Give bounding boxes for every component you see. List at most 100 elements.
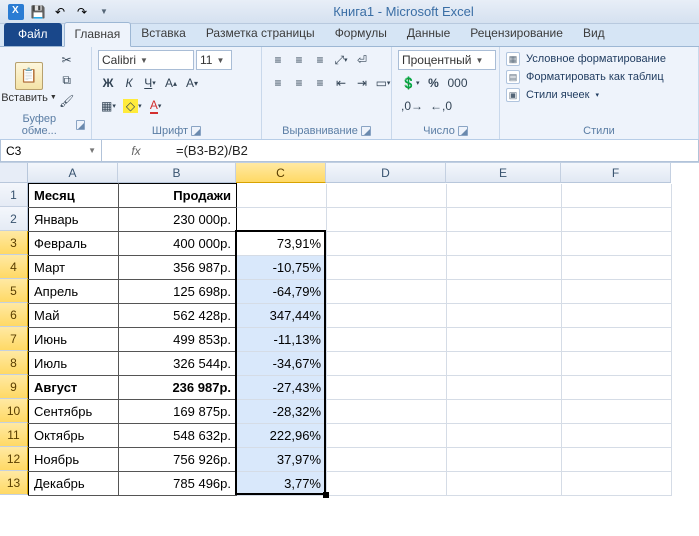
number-format-combo[interactable]: Процентный▼ xyxy=(398,50,496,70)
cell-B6[interactable]: 562 428р. xyxy=(119,304,237,328)
row-header-1[interactable]: 1 xyxy=(0,183,28,207)
row-header-4[interactable]: 4 xyxy=(0,255,28,279)
row-header-5[interactable]: 5 xyxy=(0,279,28,303)
cell-B7[interactable]: 499 853р. xyxy=(119,328,237,352)
increase-decimal-icon[interactable]: ,0→ xyxy=(398,96,426,116)
format-as-table-button[interactable]: ▤Форматировать как таблиц xyxy=(506,70,692,84)
cell-C10[interactable]: -28,32% xyxy=(237,400,327,424)
qat-customize-icon[interactable]: ▼ xyxy=(94,2,114,22)
row-header-8[interactable]: 8 xyxy=(0,351,28,375)
row-header-13[interactable]: 13 xyxy=(0,471,28,495)
cell-D13[interactable] xyxy=(327,472,447,496)
cell-C4[interactable]: -10,75% xyxy=(237,256,327,280)
cell-E8[interactable] xyxy=(447,352,562,376)
underline-button[interactable]: Ч ▾ xyxy=(140,73,160,93)
cell-E3[interactable] xyxy=(447,232,562,256)
tab-Разметка страницы[interactable]: Разметка страницы xyxy=(196,22,325,46)
fill-color-button[interactable]: ◇ ▾ xyxy=(120,96,145,116)
cell-F10[interactable] xyxy=(562,400,672,424)
formula-input[interactable]: =(B3-B2)/B2 xyxy=(170,140,699,162)
align-bottom-icon[interactable]: ≡ xyxy=(310,50,330,70)
font-size-combo[interactable]: 11▼ xyxy=(196,50,232,70)
save-icon[interactable]: 💾 xyxy=(28,2,48,22)
orientation-icon[interactable]: ⤢ ▾ xyxy=(331,50,351,70)
cell-B4[interactable]: 356 987р. xyxy=(119,256,237,280)
align-right-icon[interactable]: ≡ xyxy=(310,73,330,93)
cell-B9[interactable]: 236 987р. xyxy=(119,376,237,400)
comma-format-icon[interactable]: 000 xyxy=(444,73,470,93)
cell-B2[interactable]: 230 000р. xyxy=(119,208,237,232)
cell-E4[interactable] xyxy=(447,256,562,280)
decrease-decimal-icon[interactable]: ←,0 xyxy=(427,96,455,116)
cell-F13[interactable] xyxy=(562,472,672,496)
cell-A5[interactable]: Апрель xyxy=(29,280,119,304)
fill-handle[interactable] xyxy=(323,492,329,498)
cell-F12[interactable] xyxy=(562,448,672,472)
cell-C9[interactable]: -27,43% xyxy=(237,376,327,400)
cells-area[interactable]: МесяцПродажиЯнварь230 000р.Февраль400 00… xyxy=(28,183,672,496)
col-header-C[interactable]: C xyxy=(236,163,326,183)
cell-F2[interactable] xyxy=(562,208,672,232)
cell-C5[interactable]: -64,79% xyxy=(237,280,327,304)
cell-E1[interactable] xyxy=(447,184,562,208)
align-middle-icon[interactable]: ≡ xyxy=(289,50,309,70)
fx-icon[interactable]: fx xyxy=(131,144,140,158)
cell-E5[interactable] xyxy=(447,280,562,304)
increase-indent-icon[interactable]: ⇥ xyxy=(352,73,372,93)
paste-button[interactable]: 📋 Вставить▼ xyxy=(6,50,52,111)
align-top-icon[interactable]: ≡ xyxy=(268,50,288,70)
cell-F5[interactable] xyxy=(562,280,672,304)
cell-D1[interactable] xyxy=(327,184,447,208)
cell-B13[interactable]: 785 496р. xyxy=(119,472,237,496)
decrease-indent-icon[interactable]: ⇤ xyxy=(331,73,351,93)
borders-button[interactable]: ▦ ▾ xyxy=(98,96,119,116)
col-header-B[interactable]: B xyxy=(118,163,236,183)
cell-A6[interactable]: Май xyxy=(29,304,119,328)
row-header-12[interactable]: 12 xyxy=(0,447,28,471)
cell-E9[interactable] xyxy=(447,376,562,400)
cell-D6[interactable] xyxy=(327,304,447,328)
cell-F1[interactable] xyxy=(562,184,672,208)
cell-C2[interactable] xyxy=(237,208,327,232)
cell-B5[interactable]: 125 698р. xyxy=(119,280,237,304)
row-header-9[interactable]: 9 xyxy=(0,375,28,399)
cell-E11[interactable] xyxy=(447,424,562,448)
cell-C8[interactable]: -34,67% xyxy=(237,352,327,376)
merge-cells-icon[interactable]: ▭ ▾ xyxy=(373,73,393,93)
col-header-F[interactable]: F xyxy=(561,163,671,183)
cell-B3[interactable]: 400 000р. xyxy=(119,232,237,256)
grow-font-button[interactable]: A▴ xyxy=(161,73,181,93)
cell-A11[interactable]: Октябрь xyxy=(29,424,119,448)
cell-A7[interactable]: Июнь xyxy=(29,328,119,352)
tab-Формулы[interactable]: Формулы xyxy=(325,22,397,46)
cell-D8[interactable] xyxy=(327,352,447,376)
clipboard-launcher-icon[interactable] xyxy=(76,120,85,130)
cell-C12[interactable]: 37,97% xyxy=(237,448,327,472)
row-header-10[interactable]: 10 xyxy=(0,399,28,423)
cell-C13[interactable]: 3,77% xyxy=(237,472,327,496)
cell-A12[interactable]: Ноябрь xyxy=(29,448,119,472)
font-launcher-icon[interactable] xyxy=(191,126,201,136)
cell-E7[interactable] xyxy=(447,328,562,352)
italic-button[interactable]: К xyxy=(119,73,139,93)
cell-C11[interactable]: 222,96% xyxy=(237,424,327,448)
cell-E10[interactable] xyxy=(447,400,562,424)
shrink-font-button[interactable]: A▾ xyxy=(182,73,202,93)
undo-icon[interactable]: ↶ xyxy=(50,2,70,22)
wrap-text-icon[interactable]: ⏎ xyxy=(352,50,372,70)
cell-F8[interactable] xyxy=(562,352,672,376)
redo-icon[interactable]: ↷ xyxy=(72,2,92,22)
name-box[interactable]: C3▼ xyxy=(0,140,102,162)
select-all-corner[interactable] xyxy=(0,163,28,183)
cell-E2[interactable] xyxy=(447,208,562,232)
cell-A9[interactable]: Август xyxy=(29,376,119,400)
cell-B1[interactable]: Продажи xyxy=(119,184,237,208)
cell-A10[interactable]: Сентябрь xyxy=(29,400,119,424)
cell-F4[interactable] xyxy=(562,256,672,280)
align-center-icon[interactable]: ≡ xyxy=(289,73,309,93)
bold-button[interactable]: Ж xyxy=(98,73,118,93)
row-header-2[interactable]: 2 xyxy=(0,207,28,231)
alignment-launcher-icon[interactable] xyxy=(361,126,371,136)
row-header-6[interactable]: 6 xyxy=(0,303,28,327)
cell-D7[interactable] xyxy=(327,328,447,352)
